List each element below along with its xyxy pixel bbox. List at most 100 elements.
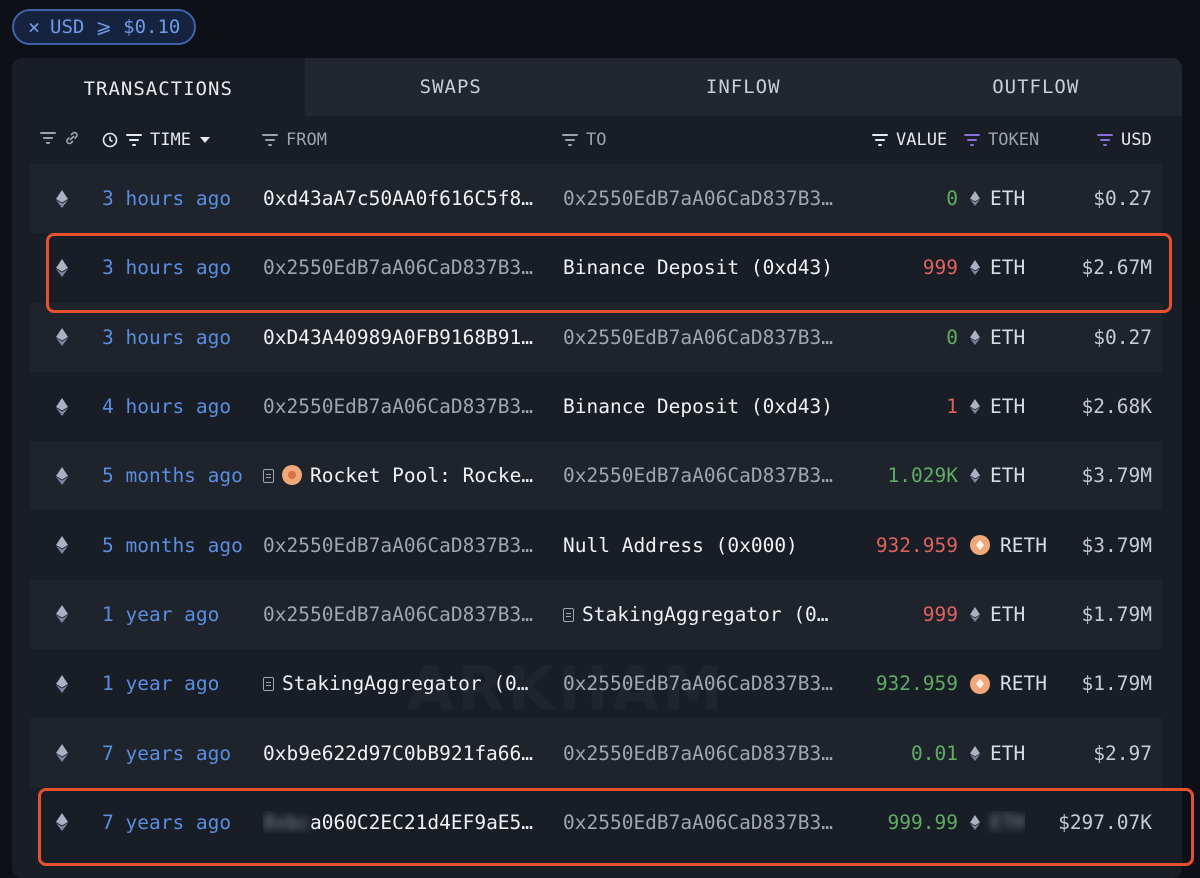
value-header-label: VALUE — [896, 130, 948, 150]
time-link[interactable]: 1 year ago — [102, 672, 219, 695]
to-entity[interactable]: StakingAggregator (0… — [563, 603, 837, 626]
ethereum-icon — [970, 260, 980, 276]
tab-swaps[interactable]: SWAPS — [304, 58, 597, 116]
token[interactable]: ETH — [970, 395, 1025, 418]
filter-icon[interactable] — [262, 134, 278, 146]
filter-icon[interactable] — [872, 134, 888, 146]
from-address[interactable]: 0xbca060C2EC21d4EF9aE51… — [263, 811, 537, 834]
token[interactable]: ETH — [970, 811, 1025, 834]
token[interactable]: ETH — [970, 326, 1025, 349]
to-address[interactable]: Binance Deposit (0xd43) — [563, 395, 837, 418]
clock-icon — [102, 132, 118, 148]
time-link[interactable]: 3 hours ago — [102, 256, 231, 279]
table-row[interactable]: 5 months ago Rocket Pool: Rocke… 0x2550E… — [30, 441, 1162, 511]
value: 999 — [922, 256, 958, 280]
to-address[interactable]: 0x2550EdB7aA06CaD837B3… — [563, 187, 837, 210]
value-column-header[interactable]: VALUE — [872, 130, 947, 150]
token[interactable]: ETH — [970, 603, 1025, 626]
filter-icon[interactable] — [40, 132, 56, 144]
contract-icon — [263, 677, 274, 692]
to-address[interactable]: 0x2550EdB7aA06CaD837B3… — [563, 326, 837, 349]
token-symbol: ETH — [990, 602, 1026, 626]
table-row[interactable]: 3 hours ago 0x2550EdB7aA06CaD837B3… Bina… — [30, 233, 1162, 302]
table-row[interactable]: 3 hours ago 0xd43aA7c50AA0f616C5f8… 0x25… — [30, 164, 1162, 234]
tab-outflow[interactable]: OUTFLOW — [889, 58, 1182, 116]
time-link[interactable]: 7 years ago — [102, 811, 231, 834]
ethereum-icon — [54, 744, 70, 763]
from-address[interactable]: 0x2550EdB7aA06CaD837B3… — [263, 256, 537, 279]
table-row[interactable]: 5 months ago 0x2550EdB7aA06CaD837B3… Nul… — [30, 510, 1162, 579]
table-row[interactable]: 1 year ago 0x2550EdB7aA06CaD837B3… Staki… — [30, 579, 1162, 650]
usd-value: $3.79M — [1081, 533, 1152, 557]
token[interactable]: RETH — [970, 672, 1047, 695]
usd-value: $2.68K — [1081, 395, 1152, 419]
value: 0 — [946, 187, 958, 211]
from-address[interactable]: 0x2550EdB7aA06CaD837B3… — [263, 395, 537, 418]
filter-icon[interactable] — [562, 134, 578, 146]
usd-value: $2.67M — [1081, 256, 1152, 280]
from-column-header[interactable]: FROM — [262, 130, 327, 150]
watermark: ARKHAM — [407, 654, 727, 724]
token[interactable]: ETH — [970, 256, 1025, 279]
to-header-label: TO — [586, 130, 607, 150]
from-entity-label: Rocket Pool: Rocke… — [310, 464, 534, 488]
value: 0 — [946, 325, 958, 349]
filter-icon[interactable] — [964, 134, 980, 146]
tab-transactions[interactable]: TRANSACTIONS — [12, 58, 305, 116]
time-column-header[interactable]: TIME — [102, 130, 211, 150]
from-address[interactable]: 0xb9e622d97C0bB921fa66… — [263, 742, 537, 765]
from-address[interactable]: 0x2550EdB7aA06CaD837B3… — [263, 603, 537, 626]
from-address[interactable]: 0xd43aA7c50AA0f616C5f8… — [263, 187, 537, 210]
filter-icon[interactable] — [1097, 134, 1113, 146]
to-column-header[interactable]: TO — [562, 130, 606, 150]
token[interactable]: ETH — [970, 742, 1025, 765]
ethereum-icon — [970, 468, 980, 484]
value: 999.99 — [887, 810, 958, 834]
time-link[interactable]: 3 hours ago — [102, 187, 231, 210]
usd-value: $1.79M — [1081, 602, 1152, 626]
token[interactable]: RETH — [970, 534, 1047, 557]
value: 932.959 — [875, 533, 958, 557]
value: 0.01 — [911, 741, 958, 765]
ethereum-icon — [54, 466, 70, 485]
time-header-label: TIME — [150, 130, 191, 150]
time-link[interactable]: 7 years ago — [102, 742, 231, 765]
usd-header-label: USD — [1121, 130, 1152, 150]
chain-filter[interactable] — [40, 130, 80, 146]
from-address[interactable]: 0xD43A40989A0FB9168B91… — [263, 326, 537, 349]
to-address[interactable]: 0x2550EdB7aA06CaD837B3… — [563, 742, 837, 765]
transactions-panel: TRANSACTIONS SWAPS INFLOW OUTFLOW TIME F… — [12, 58, 1182, 878]
rocket-pool-icon — [282, 465, 302, 486]
time-link[interactable]: 5 months ago — [102, 534, 243, 557]
to-address[interactable]: Binance Deposit (0xd43) — [563, 256, 837, 279]
time-link[interactable]: 4 hours ago — [102, 395, 231, 418]
usd-column-header[interactable]: USD — [1097, 130, 1152, 150]
table-row[interactable]: 4 hours ago 0x2550EdB7aA06CaD837B3… Bina… — [30, 372, 1162, 441]
value: 932.959 — [875, 672, 958, 696]
close-icon[interactable]: × — [28, 15, 40, 39]
token-symbol: ETH — [990, 256, 1026, 280]
redacted-text: 0xbc — [263, 810, 310, 834]
token-column-header[interactable]: TOKEN — [964, 130, 1039, 150]
token[interactable]: ETH — [970, 187, 1025, 210]
from-entity[interactable]: Rocket Pool: Rocke… — [263, 464, 537, 487]
to-address[interactable]: Null Address (0x000) — [563, 534, 837, 557]
usd-value: $2.97 — [1093, 741, 1152, 765]
tab-inflow[interactable]: INFLOW — [597, 58, 890, 116]
from-address[interactable]: 0x2550EdB7aA06CaD837B3… — [263, 534, 537, 557]
filter-icon[interactable] — [126, 134, 142, 146]
to-address[interactable]: 0x2550EdB7aA06CaD837B3… — [563, 811, 837, 834]
sort-down-icon[interactable] — [199, 136, 211, 144]
time-link[interactable]: 3 hours ago — [102, 326, 231, 349]
time-link[interactable]: 5 months ago — [102, 464, 243, 487]
usd-value: $0.27 — [1093, 187, 1152, 211]
table-row[interactable]: 7 years ago 0xb9e622d97C0bB921fa66… 0x25… — [30, 718, 1162, 788]
table-row[interactable]: 3 hours ago 0xD43A40989A0FB9168B91… 0x25… — [30, 302, 1162, 372]
usd-value: $3.79M — [1081, 464, 1152, 488]
link-icon — [66, 131, 78, 145]
usd-filter-chip[interactable]: × USD ⩾ $0.10 — [12, 9, 196, 45]
time-link[interactable]: 1 year ago — [102, 603, 219, 626]
token[interactable]: ETH — [970, 464, 1025, 487]
to-address[interactable]: 0x2550EdB7aA06CaD837B3… — [563, 464, 837, 487]
table-row[interactable]: 7 years ago 0xbca060C2EC21d4EF9aE51… 0x2… — [30, 788, 1162, 857]
